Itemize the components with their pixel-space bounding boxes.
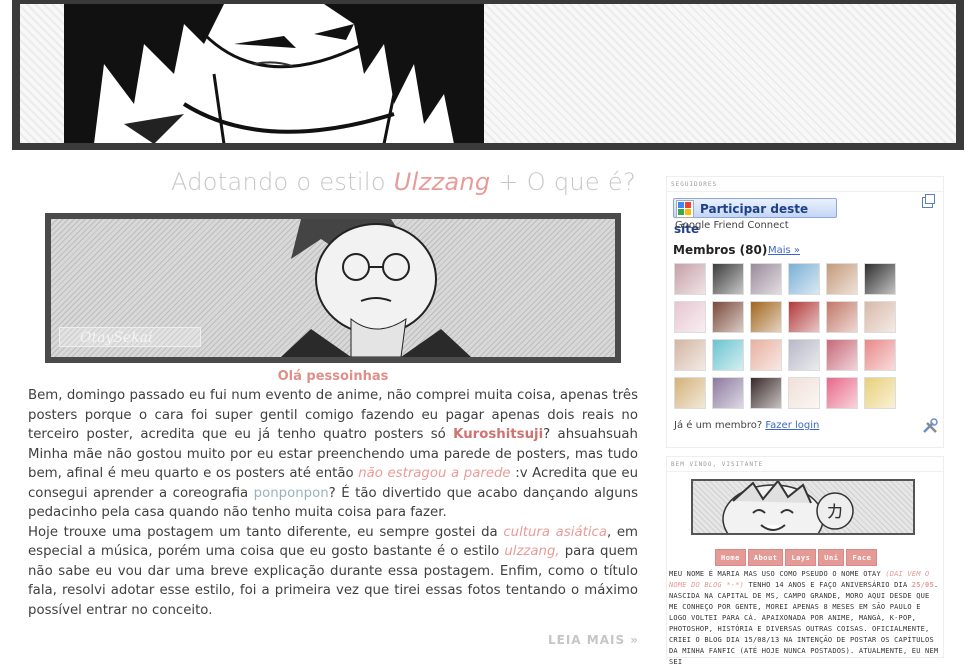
google-friend-connect-icon xyxy=(676,200,694,218)
post-title[interactable]: Adotando o estilo Ulzzang + O que é? xyxy=(28,168,636,202)
member-avatar[interactable] xyxy=(864,263,896,295)
about-banner-image: カ xyxy=(691,479,915,535)
login-link[interactable]: Fazer login xyxy=(765,420,819,431)
svg-text:カ: カ xyxy=(826,502,844,523)
link-nao-estragou[interactable]: não estragou a parede xyxy=(358,466,510,481)
about-nav: Home About Lays Uni Face xyxy=(715,545,879,566)
post-image: OtaySekai xyxy=(45,213,621,363)
watermark-signature: OtaySekai xyxy=(59,327,201,347)
link-ponponpon[interactable]: ponponpon xyxy=(254,486,329,501)
gfc-subtitle: Google Friend Connect xyxy=(675,220,789,231)
header-banner xyxy=(12,0,964,150)
about-widget-title: Bem vindo, visitante xyxy=(667,457,943,472)
nav-home-button[interactable]: Home xyxy=(715,549,746,566)
member-avatar[interactable] xyxy=(788,339,820,371)
post-paragraph-1: Bem, domingo passado eu fui num evento d… xyxy=(28,388,639,520)
member-avatar[interactable] xyxy=(864,377,896,409)
member-avatar[interactable] xyxy=(750,377,782,409)
join-site-button[interactable]: Participar deste site xyxy=(673,198,837,236)
nav-uni-button[interactable]: Uni xyxy=(818,549,845,566)
about-widget: Bem vindo, visitante カ Home About Lays Uni F… xyxy=(666,456,944,666)
member-avatar[interactable] xyxy=(788,377,820,409)
member-avatar[interactable] xyxy=(674,263,706,295)
nav-face-button[interactable]: Face xyxy=(846,549,878,566)
post-greeting: Olá pessoinhas xyxy=(277,369,389,384)
read-more-link[interactable]: LEIA MAIS » xyxy=(548,633,639,647)
about-text: Meu nome é Maria mas uso como pseudo o n… xyxy=(669,570,939,666)
login-prompt: Já é um membro? Fazer login xyxy=(674,420,820,431)
members-more-link[interactable]: Mais » xyxy=(768,245,800,256)
member-avatar[interactable] xyxy=(712,377,744,409)
members-count: Membros (80) xyxy=(673,243,768,257)
link-ulzzang[interactable]: ulzzang, xyxy=(504,544,559,559)
post-title-highlight: Ulzzang xyxy=(393,168,491,196)
keyword-kuroshitsuji: Kuroshitsuji xyxy=(453,427,544,442)
followers-widget: Seguidores Participar deste site Google … xyxy=(666,176,944,448)
member-avatar[interactable] xyxy=(750,263,782,295)
nav-about-button[interactable]: About xyxy=(747,549,784,566)
tools-icon[interactable] xyxy=(921,417,939,435)
member-avatar[interactable] xyxy=(864,339,896,371)
member-avatar[interactable] xyxy=(712,339,744,371)
member-avatar[interactable] xyxy=(750,339,782,371)
member-avatar[interactable] xyxy=(674,301,706,333)
header-banner-image xyxy=(20,4,956,143)
nav-lays-button[interactable]: Lays xyxy=(785,549,817,566)
followers-widget-title: Seguidores xyxy=(667,177,943,192)
member-avatar[interactable] xyxy=(712,263,744,295)
member-avatar[interactable] xyxy=(788,301,820,333)
member-avatar[interactable] xyxy=(826,263,858,295)
about-birthday: 25/05 xyxy=(911,581,934,589)
post-paragraph-2: Hoje trouxe uma postagem um tanto difere… xyxy=(28,524,639,618)
member-avatar[interactable] xyxy=(750,301,782,333)
popout-icon[interactable] xyxy=(922,194,935,208)
anime-character-art xyxy=(64,4,484,143)
member-avatar[interactable] xyxy=(674,339,706,371)
link-cultura-asiatica[interactable]: cultura asiática xyxy=(503,525,607,540)
member-avatar[interactable] xyxy=(826,301,858,333)
member-avatar[interactable] xyxy=(864,301,896,333)
post-body: Bem, domingo passado eu fui num evento d… xyxy=(28,386,638,620)
smiling-character-art: カ xyxy=(722,481,854,533)
member-avatar[interactable] xyxy=(674,377,706,409)
member-avatar[interactable] xyxy=(826,377,858,409)
member-avatar[interactable] xyxy=(788,263,820,295)
member-avatar[interactable] xyxy=(826,339,858,371)
member-avatar[interactable] xyxy=(712,301,744,333)
